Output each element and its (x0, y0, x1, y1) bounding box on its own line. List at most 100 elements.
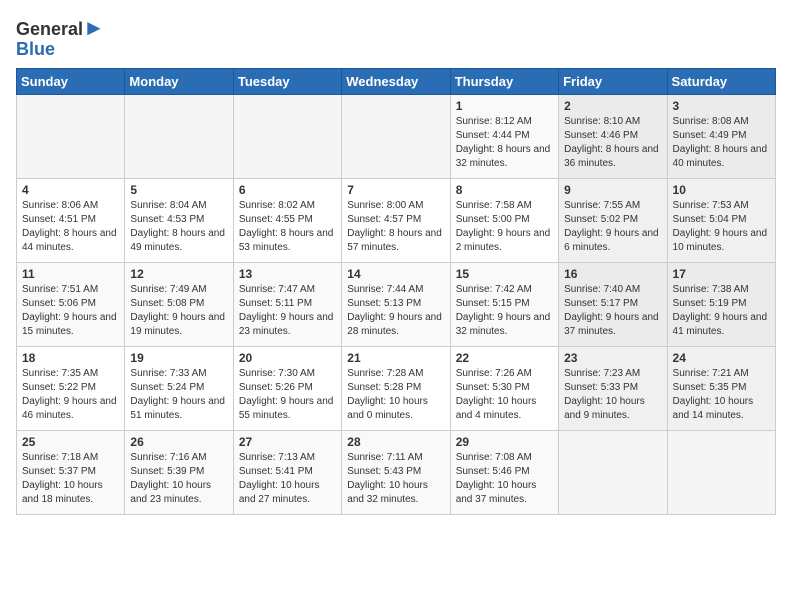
day-info: Sunrise: 7:47 AM Sunset: 5:11 PM Dayligh… (239, 283, 336, 339)
day-info: Sunrise: 7:58 AM Sunset: 5:00 PM Dayligh… (456, 199, 553, 255)
calendar-cell: 4 Sunrise: 8:06 AM Sunset: 4:51 PM Daylig… (17, 178, 125, 262)
day-number: 17 (673, 267, 770, 281)
day-header-wednesday: Wednesday (342, 68, 450, 94)
day-info: Sunrise: 7:11 AM Sunset: 5:43 PM Dayligh… (347, 451, 444, 507)
day-number: 29 (456, 435, 553, 449)
calendar-cell: 3Sunrise: 8:08 AM Sunset: 4:49 PM Daylig… (667, 94, 775, 178)
calendar-cell: 11Sunrise: 7:51 AM Sunset: 5:06 PM Dayli… (17, 262, 125, 346)
day-number: 23 (564, 351, 661, 365)
day-number: 20 (239, 351, 336, 365)
day-info: Sunrise: 7:38 AM Sunset: 5:19 PM Dayligh… (673, 283, 770, 339)
day-number: 13 (239, 267, 336, 281)
calendar-cell: 1 Sunrise: 8:12 AM Sunset: 4:44 PM Daylig… (450, 94, 558, 178)
day-number: 14 (347, 267, 444, 281)
calendar-week-3: 11Sunrise: 7:51 AM Sunset: 5:06 PM Dayli… (17, 262, 776, 346)
day-info: Sunrise: 7:33 AM Sunset: 5:24 PM Dayligh… (130, 367, 227, 423)
day-info: Sunrise: 7:13 AM Sunset: 5:41 PM Dayligh… (239, 451, 336, 507)
day-info: Sunrise: 8:08 AM Sunset: 4:49 PM Dayligh… (673, 115, 770, 171)
day-info: Sunrise: 7:51 AM Sunset: 5:06 PM Dayligh… (22, 283, 119, 339)
calendar-cell: 29 Sunrise: 7:08 AM Sunset: 5:46 PM Dayli… (450, 430, 558, 514)
calendar-cell: 8 Sunrise: 7:58 AM Sunset: 5:00 PM Daylig… (450, 178, 558, 262)
calendar-cell (559, 430, 667, 514)
day-number: 27 (239, 435, 336, 449)
calendar-cell: 24Sunrise: 7:21 AM Sunset: 5:35 PM Dayli… (667, 346, 775, 430)
day-number: 9 (564, 183, 661, 197)
day-info: Sunrise: 7:44 AM Sunset: 5:13 PM Dayligh… (347, 283, 444, 339)
calendar-cell: 12 Sunrise: 7:49 AM Sunset: 5:08 PM Dayli… (125, 262, 233, 346)
calendar-header-row: SundayMondayTuesdayWednesdayThursdayFrid… (17, 68, 776, 94)
day-number: 1 (456, 99, 553, 113)
calendar-cell: 13 Sunrise: 7:47 AM Sunset: 5:11 PM Dayli… (233, 262, 341, 346)
calendar-week-4: 18Sunrise: 7:35 AM Sunset: 5:22 PM Dayli… (17, 346, 776, 430)
calendar-cell (17, 94, 125, 178)
day-header-thursday: Thursday (450, 68, 558, 94)
calendar-cell: 21 Sunrise: 7:28 AM Sunset: 5:28 PM Dayli… (342, 346, 450, 430)
calendar-cell (125, 94, 233, 178)
day-info: Sunrise: 8:06 AM Sunset: 4:51 PM Dayligh… (22, 199, 119, 255)
day-number: 24 (673, 351, 770, 365)
calendar-cell: 15 Sunrise: 7:42 AM Sunset: 5:15 PM Dayli… (450, 262, 558, 346)
calendar-cell: 16 Sunrise: 7:40 AM Sunset: 5:17 PM Dayli… (559, 262, 667, 346)
day-number: 28 (347, 435, 444, 449)
calendar-body: 1 Sunrise: 8:12 AM Sunset: 4:44 PM Daylig… (17, 94, 776, 514)
day-info: Sunrise: 8:10 AM Sunset: 4:46 PM Dayligh… (564, 115, 661, 171)
calendar-cell: 20Sunrise: 7:30 AM Sunset: 5:26 PM Dayli… (233, 346, 341, 430)
header: General► Blue (16, 16, 776, 60)
day-number: 21 (347, 351, 444, 365)
day-info: Sunrise: 7:49 AM Sunset: 5:08 PM Dayligh… (130, 283, 227, 339)
day-number: 22 (456, 351, 553, 365)
day-info: Sunrise: 7:08 AM Sunset: 5:46 PM Dayligh… (456, 451, 553, 507)
logo-blue-text: Blue (16, 39, 55, 59)
calendar-table: SundayMondayTuesdayWednesdayThursdayFrid… (16, 68, 776, 515)
day-number: 8 (456, 183, 553, 197)
day-number: 18 (22, 351, 119, 365)
calendar-cell: 7 Sunrise: 8:00 AM Sunset: 4:57 PM Daylig… (342, 178, 450, 262)
calendar-cell: 2 Sunrise: 8:10 AM Sunset: 4:46 PM Daylig… (559, 94, 667, 178)
day-info: Sunrise: 8:02 AM Sunset: 4:55 PM Dayligh… (239, 199, 336, 255)
calendar-week-2: 4 Sunrise: 8:06 AM Sunset: 4:51 PM Daylig… (17, 178, 776, 262)
day-info: Sunrise: 7:23 AM Sunset: 5:33 PM Dayligh… (564, 367, 661, 423)
day-header-saturday: Saturday (667, 68, 775, 94)
day-number: 25 (22, 435, 119, 449)
day-number: 2 (564, 99, 661, 113)
day-info: Sunrise: 8:04 AM Sunset: 4:53 PM Dayligh… (130, 199, 227, 255)
calendar-cell (233, 94, 341, 178)
calendar-cell: 19 Sunrise: 7:33 AM Sunset: 5:24 PM Dayli… (125, 346, 233, 430)
logo-arrow-icon: ► (83, 15, 105, 40)
day-info: Sunrise: 7:40 AM Sunset: 5:17 PM Dayligh… (564, 283, 661, 339)
calendar-cell: 18Sunrise: 7:35 AM Sunset: 5:22 PM Dayli… (17, 346, 125, 430)
day-info: Sunrise: 7:26 AM Sunset: 5:30 PM Dayligh… (456, 367, 553, 423)
day-number: 5 (130, 183, 227, 197)
calendar-cell: 6 Sunrise: 8:02 AM Sunset: 4:55 PM Daylig… (233, 178, 341, 262)
day-info: Sunrise: 7:18 AM Sunset: 5:37 PM Dayligh… (22, 451, 119, 507)
calendar-cell: 22 Sunrise: 7:26 AM Sunset: 5:30 PM Dayli… (450, 346, 558, 430)
calendar-cell: 17 Sunrise: 7:38 AM Sunset: 5:19 PM Dayli… (667, 262, 775, 346)
day-number: 7 (347, 183, 444, 197)
day-number: 19 (130, 351, 227, 365)
day-info: Sunrise: 7:53 AM Sunset: 5:04 PM Dayligh… (673, 199, 770, 255)
calendar-cell: 23 Sunrise: 7:23 AM Sunset: 5:33 PM Dayli… (559, 346, 667, 430)
calendar-week-5: 25 Sunrise: 7:18 AM Sunset: 5:37 PM Dayli… (17, 430, 776, 514)
day-info: Sunrise: 7:28 AM Sunset: 5:28 PM Dayligh… (347, 367, 444, 423)
calendar-cell: 14 Sunrise: 7:44 AM Sunset: 5:13 PM Dayli… (342, 262, 450, 346)
day-info: Sunrise: 8:00 AM Sunset: 4:57 PM Dayligh… (347, 199, 444, 255)
calendar-cell: 5 Sunrise: 8:04 AM Sunset: 4:53 PM Daylig… (125, 178, 233, 262)
day-info: Sunrise: 7:55 AM Sunset: 5:02 PM Dayligh… (564, 199, 661, 255)
day-number: 15 (456, 267, 553, 281)
calendar-cell: 27 Sunrise: 7:13 AM Sunset: 5:41 PM Dayli… (233, 430, 341, 514)
day-header-sunday: Sunday (17, 68, 125, 94)
calendar-cell (342, 94, 450, 178)
calendar-cell (667, 430, 775, 514)
logo-general-text: General (16, 19, 83, 39)
day-number: 4 (22, 183, 119, 197)
day-number: 16 (564, 267, 661, 281)
calendar-cell: 26Sunrise: 7:16 AM Sunset: 5:39 PM Dayli… (125, 430, 233, 514)
calendar-cell: 9 Sunrise: 7:55 AM Sunset: 5:02 PM Daylig… (559, 178, 667, 262)
day-header-tuesday: Tuesday (233, 68, 341, 94)
calendar-cell: 28 Sunrise: 7:11 AM Sunset: 5:43 PM Dayli… (342, 430, 450, 514)
day-info: Sunrise: 7:42 AM Sunset: 5:15 PM Dayligh… (456, 283, 553, 339)
day-info: Sunrise: 8:12 AM Sunset: 4:44 PM Dayligh… (456, 115, 553, 171)
day-number: 6 (239, 183, 336, 197)
day-header-friday: Friday (559, 68, 667, 94)
day-number: 12 (130, 267, 227, 281)
